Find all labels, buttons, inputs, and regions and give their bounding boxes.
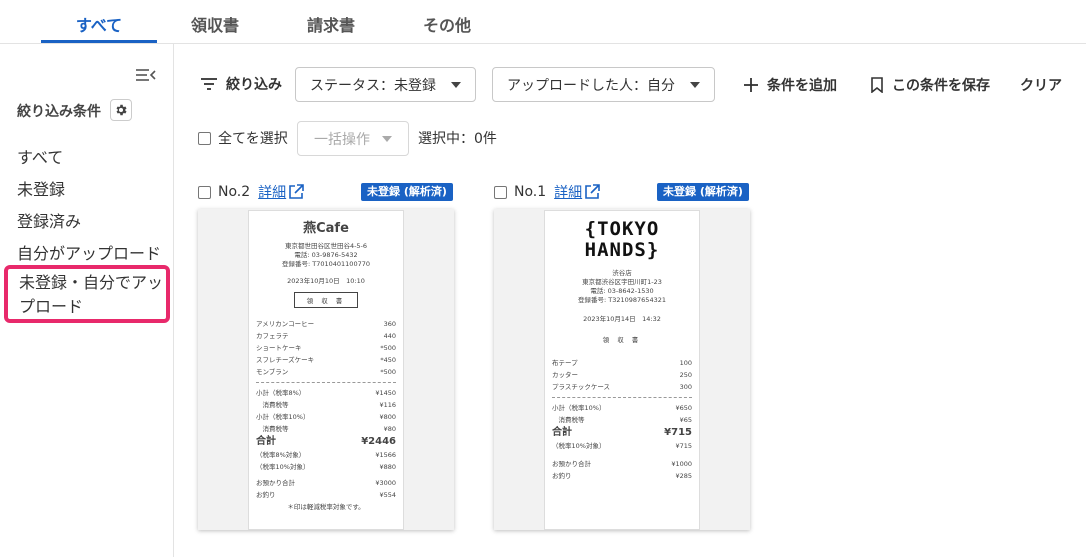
collapse-sidebar-icon[interactable] xyxy=(135,66,157,84)
bulk-action-dropdown[interactable]: 一括操作 xyxy=(297,121,409,156)
filter-icon xyxy=(201,78,217,90)
receipt-card[interactable]: 燕Cafe 東京都世田谷区世田谷4-5-6 電話: 03-9876-5432 登… xyxy=(198,209,454,530)
receipt-doc-title: 領 収 書 xyxy=(602,336,642,344)
tab-all[interactable]: すべて xyxy=(41,12,157,42)
receipt-line: お釣り ¥285 xyxy=(552,472,692,480)
receipt-line: カフェラテ 440 xyxy=(256,332,396,340)
receipt-line: （税率8%対象） ¥1566 xyxy=(256,451,396,459)
receipt-line: ショートケーキ *500 xyxy=(256,344,396,352)
receipt-line: 布テープ 100 xyxy=(552,359,692,367)
receipt-registration: 登録番号: T3210987654321 xyxy=(578,296,666,304)
status-dropdown-value: ステータス：未登録 xyxy=(310,77,436,94)
chevron-down-icon xyxy=(451,81,461,88)
receipt-line: 消費税等 ¥116 xyxy=(256,401,397,409)
sidebar-item-registered[interactable]: 登録済み xyxy=(17,208,81,232)
receipt-total: 合計 ¥715 xyxy=(552,427,692,438)
card-header: No.1 詳細 xyxy=(494,182,600,202)
uploader-dropdown-value: アップロードした人：自分 xyxy=(507,77,675,94)
bulk-action-label: 一括操作 xyxy=(314,131,370,148)
receipt-datetime: 2023年10月14日 14:32 xyxy=(583,315,661,323)
plus-icon xyxy=(744,78,758,92)
card-number: No.1 xyxy=(514,184,547,200)
external-link-icon[interactable] xyxy=(584,184,600,200)
clear-button[interactable]: クリア xyxy=(1020,75,1062,95)
filter-label: 絞り込み xyxy=(226,77,282,93)
save-condition-button[interactable]: この条件を保存 xyxy=(870,75,990,95)
receipt-line: アメリカンコーヒー 360 xyxy=(256,320,396,328)
receipt-address: 東京都世田谷区世田谷4-5-6 xyxy=(284,242,368,250)
receipt-datetime: 2023年10月10日 10:10 xyxy=(287,277,365,285)
add-condition-label: 条件を追加 xyxy=(767,78,837,94)
receipt-line: 小計（税率8%） ¥1450 xyxy=(256,389,396,397)
receipt-line: お釣り ¥554 xyxy=(256,491,396,499)
add-condition-button[interactable]: 条件を追加 xyxy=(743,75,837,95)
card-number: No.2 xyxy=(218,184,251,200)
save-condition-label: この条件を保存 xyxy=(892,78,990,94)
receipt-address: 東京都渋谷区宇田川町1-23 xyxy=(582,278,662,286)
card-checkbox[interactable] xyxy=(494,185,507,199)
receipt-note: ＊印は軽減税率対象です。 xyxy=(287,503,365,511)
receipt-image: 燕Cafe 東京都世田谷区世田谷4-5-6 電話: 03-9876-5432 登… xyxy=(248,210,404,530)
active-tab-indicator xyxy=(41,40,157,43)
tab-receipts[interactable]: 領収書 xyxy=(157,12,273,42)
filter-conditions-heading: 絞り込み条件 xyxy=(17,104,101,120)
receipt-line: お預かり合計 ¥3000 xyxy=(256,479,396,487)
chevron-down-icon xyxy=(382,135,392,142)
receipt-phone: 電話: 03-8642-1530 xyxy=(590,287,654,295)
receipt-store-name: 燕Cafe xyxy=(303,221,349,236)
receipt-line: （税率10%対象） ¥715 xyxy=(552,442,692,450)
select-all: 全てを選択 xyxy=(198,128,288,148)
store-logo: {TOKYO HANDS} xyxy=(584,218,660,261)
receipt-card[interactable]: {TOKYO HANDS} 渋谷店 東京都渋谷区宇田川町1-23 電話: 03-… xyxy=(494,209,750,530)
receipt-line: プラスチックケース 300 xyxy=(552,383,692,391)
receipt-line: カッター 250 xyxy=(552,371,692,379)
receipt-line: 消費税等 ¥65 xyxy=(552,416,693,424)
bookmark-icon xyxy=(871,77,883,93)
receipt-line: モンブラン *500 xyxy=(256,368,396,376)
sidebar-item-my-uploads[interactable]: 自分がアップロード xyxy=(17,240,161,264)
card-header: No.2 詳細 xyxy=(198,182,304,202)
receipt-line: 小計（税率10%） ¥800 xyxy=(256,413,396,421)
receipt-divider xyxy=(256,382,396,383)
filter-sidebar: 絞り込み条件 すべて 未登録 登録済み 自分がアップロード 未登録・自分でアップ… xyxy=(0,44,174,557)
filter-settings-button[interactable] xyxy=(110,99,132,121)
chevron-down-icon xyxy=(690,81,700,88)
gear-icon xyxy=(116,104,127,116)
detail-link[interactable]: 詳細 xyxy=(258,182,286,202)
receipt-doc-title: 領 収 書 xyxy=(293,292,359,308)
selected-count: 選択中：0件 xyxy=(418,131,497,147)
receipt-divider xyxy=(552,397,692,398)
card-checkbox[interactable] xyxy=(198,185,211,199)
receipt-branch: 渋谷店 xyxy=(612,269,632,277)
tab-other[interactable]: その他 xyxy=(389,12,505,42)
select-all-checkbox[interactable] xyxy=(198,131,211,145)
select-all-label[interactable]: 全てを選択 xyxy=(218,128,288,148)
receipt-line: 消費税等 ¥80 xyxy=(256,425,397,433)
filter-toggle[interactable]: 絞り込み xyxy=(200,74,282,94)
receipt-line: （税率10%対象） ¥880 xyxy=(256,463,396,471)
status-badge: 未登録 (解析済) xyxy=(361,183,453,201)
status-badge: 未登録 (解析済) xyxy=(657,183,749,201)
receipt-line: お預かり合計 ¥1000 xyxy=(552,460,692,468)
tab-invoices[interactable]: 請求書 xyxy=(273,12,389,42)
sidebar-item-all[interactable]: すべて xyxy=(17,144,63,168)
sidebar-item-unregistered-my-uploads[interactable]: 未登録・自分でアップロード xyxy=(4,265,170,323)
receipt-total: 合計 ¥2446 xyxy=(256,436,396,447)
receipt-line: 小計（税率10%） ¥650 xyxy=(552,404,692,412)
uploader-dropdown[interactable]: アップロードした人：自分 xyxy=(492,67,715,102)
receipt-phone: 電話: 03-9876-5432 xyxy=(294,251,358,259)
receipt-image: {TOKYO HANDS} 渋谷店 東京都渋谷区宇田川町1-23 電話: 03-… xyxy=(544,210,700,530)
status-dropdown[interactable]: ステータス：未登録 xyxy=(295,67,476,102)
external-link-icon[interactable] xyxy=(288,184,304,200)
receipt-line: スフレチーズケーキ *450 xyxy=(256,356,396,364)
sidebar-item-unregistered[interactable]: 未登録 xyxy=(17,176,65,200)
detail-link[interactable]: 詳細 xyxy=(554,182,582,202)
category-tabs: すべて 領収書 請求書 その他 xyxy=(0,0,1086,44)
receipt-registration: 登録番号: T7010401100770 xyxy=(282,260,370,268)
